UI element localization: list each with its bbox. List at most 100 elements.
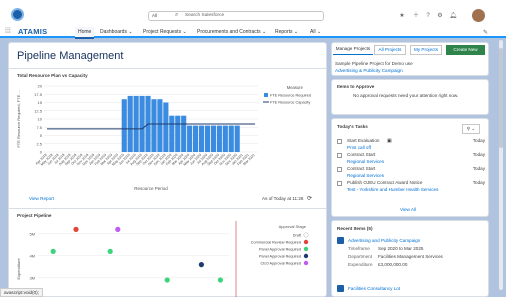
list-item[interactable]: Publish OJEU Contract Award Notice Today… bbox=[337, 180, 485, 194]
legend-swatch bbox=[303, 232, 309, 238]
avatar[interactable] bbox=[472, 9, 485, 22]
field-value: Facilities Management Services bbox=[378, 254, 443, 259]
bar bbox=[151, 99, 157, 152]
y-tick-label: 17.5 bbox=[34, 92, 43, 97]
list-item[interactable]: Contract Start Today Regional Services bbox=[337, 152, 485, 166]
y-tick-label: 12.5 bbox=[34, 108, 43, 113]
recent-title: Recent Items (5) bbox=[337, 226, 373, 231]
field-value: Sep 2020 to Mar 2025 bbox=[378, 246, 424, 251]
task-checkbox[interactable] bbox=[337, 181, 342, 186]
task-label: Contract Start bbox=[347, 166, 376, 171]
task-date: Today bbox=[472, 166, 485, 171]
task-checkbox[interactable] bbox=[337, 167, 342, 172]
y-tick-label: 5M bbox=[29, 231, 35, 236]
task-related[interactable]: Print call off bbox=[347, 145, 371, 150]
refresh-icon[interactable]: ⟳ bbox=[307, 195, 312, 202]
scatter-point bbox=[217, 277, 223, 283]
status-bar-url: avascript:void(0); bbox=[0, 288, 43, 297]
nav-item-dashboards[interactable]: Dashboards ⌄ bbox=[100, 27, 133, 37]
y-tick-label: 10 bbox=[38, 117, 43, 122]
task-checkbox[interactable] bbox=[337, 139, 342, 144]
edit-nav-icon[interactable]: ✎ bbox=[483, 29, 488, 36]
nav-item-all[interactable]: All ⌄ bbox=[310, 27, 321, 37]
scatter-point bbox=[73, 226, 79, 232]
sample-project-link[interactable]: Advertising & Publicity Campaign bbox=[335, 68, 403, 73]
y-tick-label: 15 bbox=[38, 100, 43, 105]
app-launcher-icon[interactable]: ⁞⁞⁞ bbox=[5, 28, 11, 35]
search-placeholder: Search Salesforce bbox=[185, 13, 225, 18]
divider bbox=[8, 68, 327, 69]
task-checkbox[interactable] bbox=[337, 153, 342, 158]
bar bbox=[163, 102, 169, 152]
app-name: ATAMIS bbox=[18, 27, 48, 36]
bar bbox=[198, 125, 205, 152]
y-tick-label: 20 bbox=[38, 84, 43, 89]
list-item[interactable]: Contract Start Today Regional Services bbox=[337, 166, 485, 180]
task-related[interactable]: Regional Services bbox=[347, 173, 384, 178]
task-label: Publish OJEU Contract Award Notice bbox=[347, 180, 423, 185]
bar bbox=[127, 95, 133, 152]
nav-item-procurements[interactable]: Procurements and Contracts ⌄ bbox=[197, 27, 266, 37]
bar bbox=[204, 125, 211, 152]
chart1-title: Total Resource Plan vs Capacity bbox=[17, 73, 88, 78]
favorites-icon[interactable]: ★ bbox=[398, 12, 406, 20]
tab-my-projects[interactable]: My Projects bbox=[410, 45, 442, 55]
global-search[interactable]: All ⌕ Search Salesforce bbox=[148, 11, 324, 21]
scatter-point bbox=[107, 248, 113, 254]
legend-label: CEO Approval Required bbox=[260, 262, 301, 266]
search-scope-select[interactable]: All bbox=[152, 13, 157, 18]
notifications-icon[interactable]: 🔔︎ bbox=[449, 12, 457, 20]
bar bbox=[187, 125, 193, 152]
create-new-button[interactable]: Create New bbox=[446, 45, 485, 55]
field-label: Department bbox=[348, 254, 373, 259]
view-all-tasks-link[interactable]: View All bbox=[400, 207, 416, 212]
task-list: Start Evaluation ▣ Today Print call off … bbox=[337, 138, 485, 194]
bar bbox=[133, 95, 139, 152]
scatter-point bbox=[115, 226, 121, 232]
chart2-title: Project Pipeline bbox=[17, 213, 52, 218]
task-date: Today bbox=[472, 152, 485, 157]
help-icon[interactable]: ? bbox=[424, 12, 432, 20]
y-tick-label: 5 bbox=[40, 133, 43, 138]
chart1-asof: As of Today at 11:26 bbox=[262, 196, 304, 201]
legend-label: Panel Approval Required bbox=[259, 255, 301, 259]
legend-swatch bbox=[264, 93, 268, 97]
recent-item-link[interactable]: Advertising and Publicity Campaign bbox=[348, 238, 420, 243]
resource-plan-chart: 02.557.51012.51517.520Apr 2018May 2018Ju… bbox=[16, 84, 311, 192]
org-logo[interactable] bbox=[11, 8, 24, 21]
recent-item-link[interactable]: Facilities Consultancy Lot bbox=[348, 286, 400, 291]
legend-swatch bbox=[303, 260, 309, 266]
tasks-filter-button[interactable]: ⚲ ⌄ bbox=[462, 124, 480, 134]
legend-title: Approval Stage bbox=[279, 224, 307, 229]
legend-swatch bbox=[303, 246, 309, 252]
legend-label: FTE Resource Capacity bbox=[270, 101, 310, 105]
task-related[interactable]: Regional Services bbox=[347, 159, 384, 164]
tab-manage-projects[interactable]: Manage Projects bbox=[333, 45, 373, 55]
bar bbox=[210, 125, 216, 152]
legend-swatch bbox=[303, 239, 309, 245]
field-label: Timeframe bbox=[348, 246, 370, 251]
settings-icon[interactable]: ⚙ bbox=[436, 12, 444, 20]
x-axis-label: Resource Period bbox=[134, 186, 168, 191]
nav-item-project-requests[interactable]: Project Requests ⌄ bbox=[143, 27, 187, 37]
page-scrollbar-thumb[interactable] bbox=[499, 48, 503, 148]
sample-project-text: Sample Pipeline Project for Demo use bbox=[335, 61, 413, 66]
task-flag-icon: ▣ bbox=[387, 138, 392, 144]
bar bbox=[234, 125, 240, 152]
task-related[interactable]: Test - Yorkshire and Humber Health Servi… bbox=[347, 187, 438, 192]
add-icon[interactable]: ＋ bbox=[412, 12, 420, 20]
y-tick-label: 4M bbox=[29, 253, 35, 258]
nav-item-home[interactable]: Home bbox=[75, 27, 95, 39]
bar bbox=[181, 115, 187, 152]
nav-item-reports[interactable]: Reports ⌄ bbox=[275, 27, 298, 37]
tab-all-projects[interactable]: All Projects bbox=[374, 45, 406, 55]
view-report-link[interactable]: View Report bbox=[29, 196, 54, 201]
field-value: £3,000,000.00 bbox=[378, 262, 408, 267]
y-tick-label: 7.5 bbox=[36, 125, 42, 130]
scatter-point bbox=[164, 277, 170, 283]
page-title: Pipeline Management bbox=[17, 50, 124, 62]
search-icon: ⌕ bbox=[175, 12, 179, 18]
list-item[interactable]: Start Evaluation ▣ Today Print call off bbox=[337, 138, 485, 152]
bar bbox=[216, 125, 222, 152]
approve-empty-text: No approval requests need your attention… bbox=[353, 93, 459, 98]
